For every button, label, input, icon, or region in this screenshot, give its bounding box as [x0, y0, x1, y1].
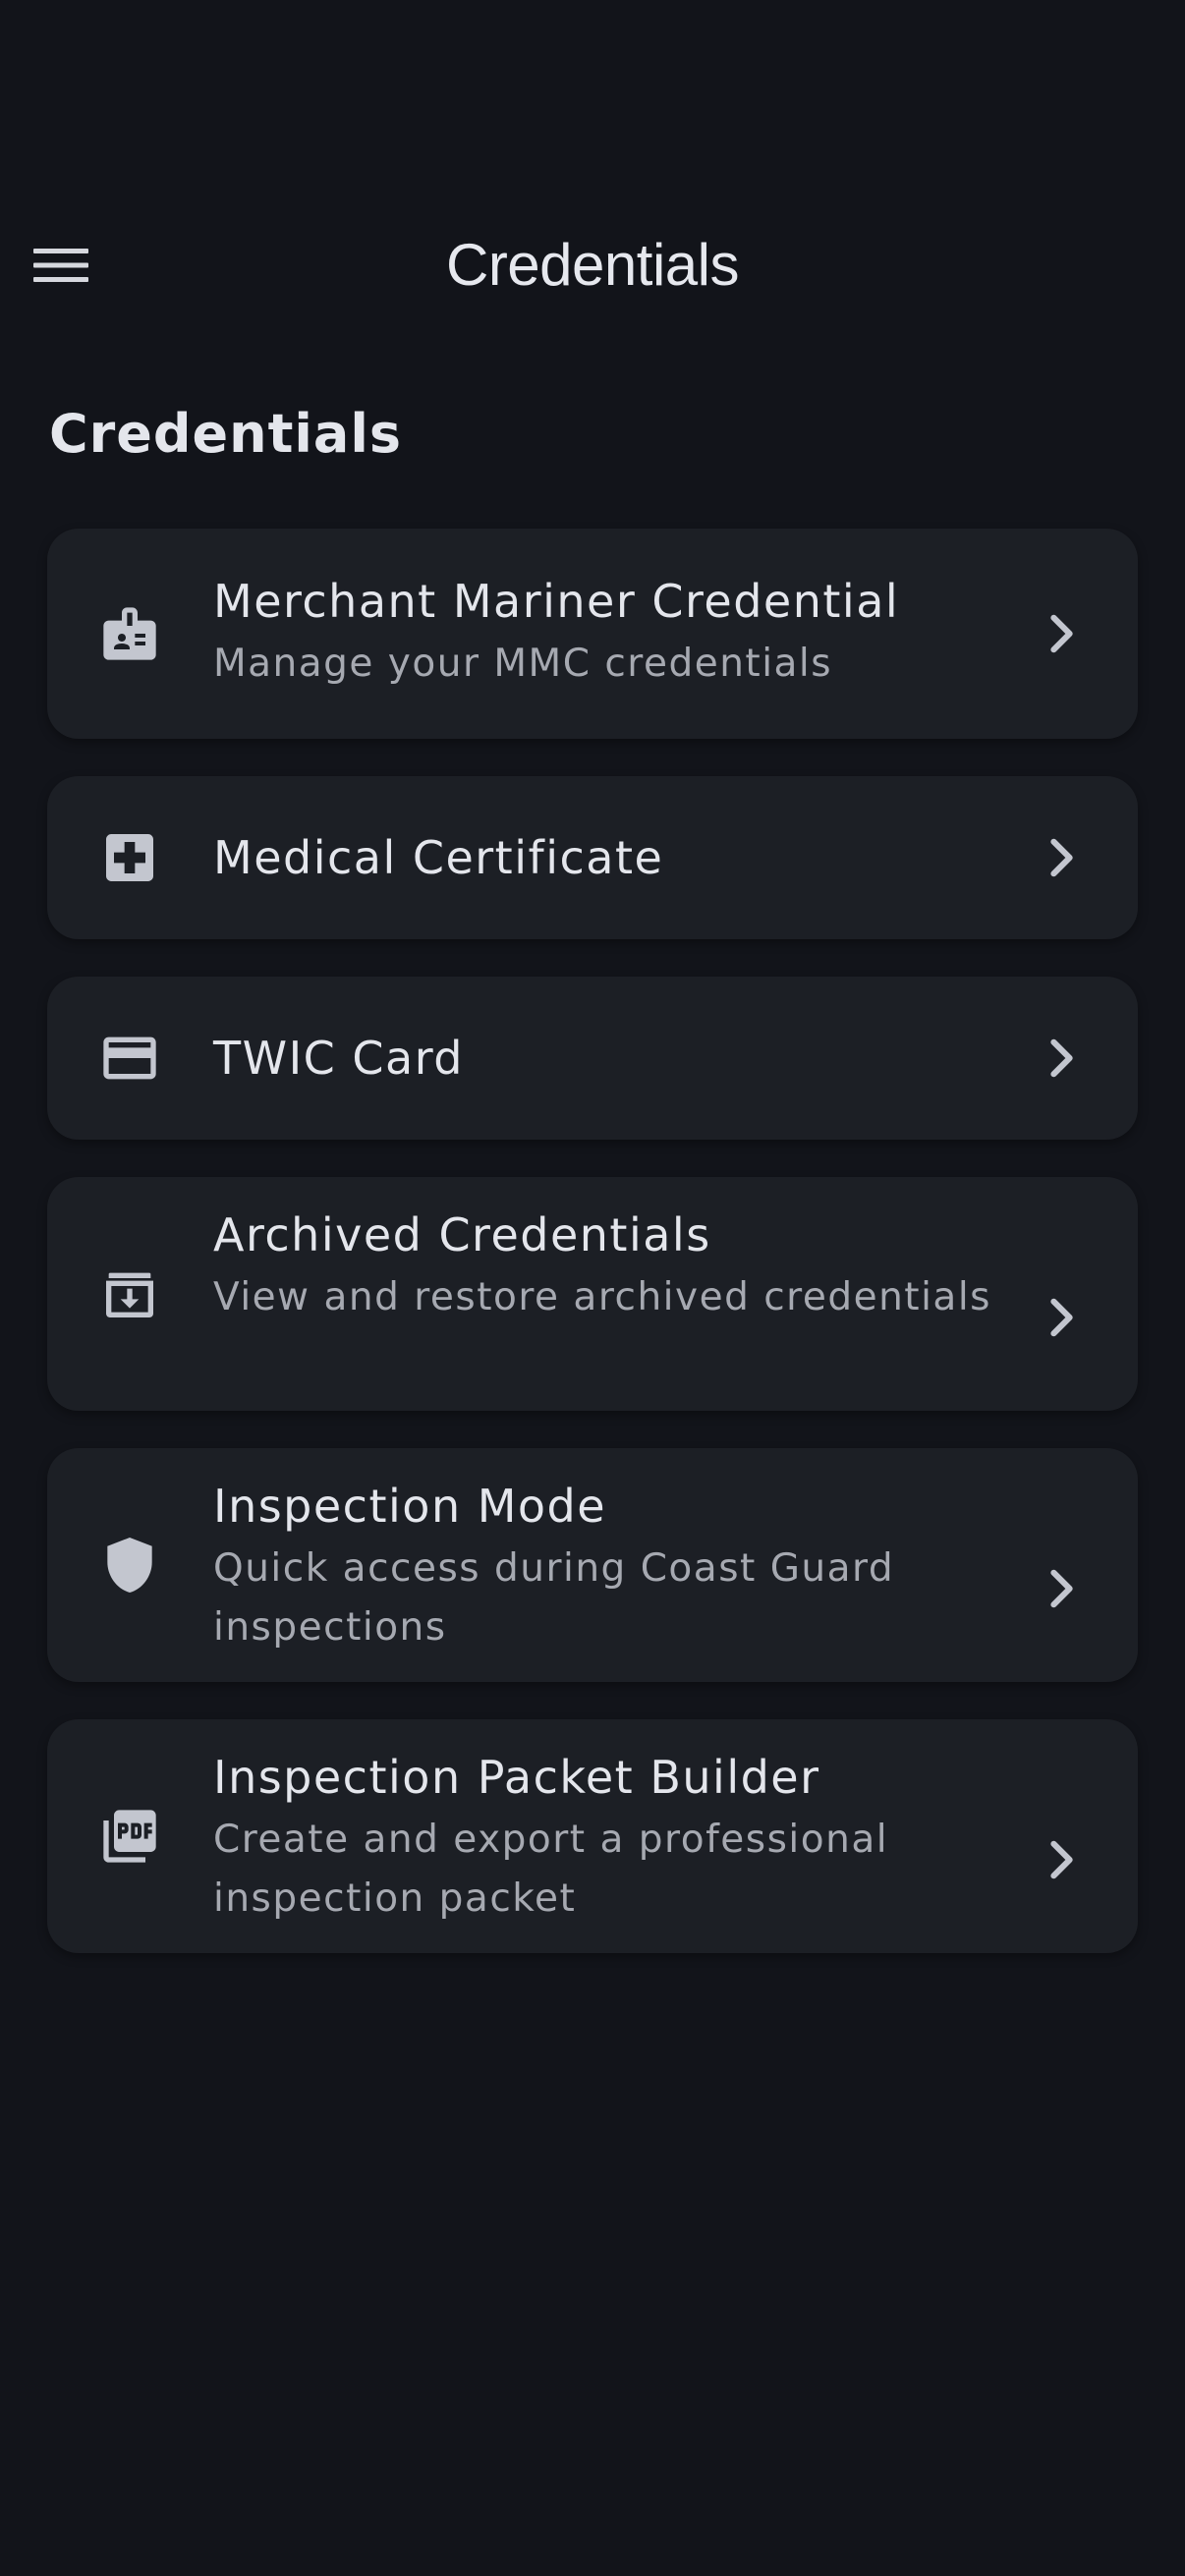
card-text: Inspection Mode Quick access during Coas… — [213, 1477, 1010, 1657]
badge-icon — [98, 602, 161, 665]
app-bar: Credentials — [0, 196, 1185, 334]
card-subtitle: Manage your MMC credentials — [213, 642, 833, 686]
card-text: Medical Certificate — [213, 828, 1010, 887]
card-title: Medical Certificate — [213, 831, 664, 884]
card-subtitle: Create and export a professional inspect… — [213, 1818, 889, 1921]
chevron-right-icon — [1043, 834, 1082, 881]
archive-icon — [98, 1262, 161, 1325]
section-title: Credentials — [49, 403, 403, 465]
card-subtitle: View and restore archived credentials — [213, 1275, 991, 1319]
card-title: Merchant Mariner Credential — [213, 575, 900, 628]
card-text: Merchant Mariner Credential Manage your … — [213, 572, 1010, 694]
inspection-mode-card[interactable]: Inspection Mode Quick access during Coas… — [47, 1448, 1138, 1682]
card-text: Archived Credentials View and restore ar… — [213, 1205, 1010, 1327]
page-title: Credentials — [446, 232, 740, 298]
card-title: TWIC Card — [213, 1032, 464, 1085]
chevron-right-icon — [1043, 1836, 1082, 1883]
card-title: Archived Credentials — [213, 1208, 711, 1261]
chevron-right-icon — [1043, 610, 1082, 657]
archived-credentials-card[interactable]: Archived Credentials View and restore ar… — [47, 1177, 1138, 1411]
shield-icon — [98, 1534, 161, 1596]
card-title: Inspection Packet Builder — [213, 1751, 820, 1804]
chevron-right-icon — [1043, 1565, 1082, 1612]
medical-certificate-card[interactable]: Medical Certificate — [47, 776, 1138, 939]
card-subtitle: Quick access during Coast Guard inspecti… — [213, 1546, 895, 1650]
merchant-mariner-credential-card[interactable]: Merchant Mariner Credential Manage your … — [47, 529, 1138, 739]
credit-card-icon — [98, 1027, 161, 1090]
card-title: Inspection Mode — [213, 1480, 607, 1533]
card-text: TWIC Card — [213, 1029, 1010, 1088]
twic-card-card[interactable]: TWIC Card — [47, 977, 1138, 1140]
medical-services-icon — [98, 826, 161, 889]
card-text: Inspection Packet Builder Create and exp… — [213, 1748, 1010, 1929]
inspection-packet-builder-card[interactable]: Inspection Packet Builder Create and exp… — [47, 1719, 1138, 1953]
chevron-right-icon — [1043, 1294, 1082, 1341]
picture-as-pdf-icon — [98, 1805, 161, 1868]
chevron-right-icon — [1043, 1035, 1082, 1082]
